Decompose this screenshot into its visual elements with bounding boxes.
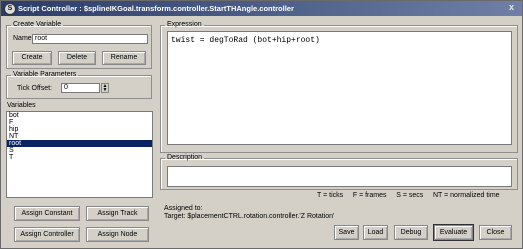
debug-button[interactable]: Debug	[394, 225, 428, 240]
list-item[interactable]: S	[7, 147, 152, 154]
close-button[interactable]: Close	[479, 225, 512, 240]
tick-offset-label: Tick Offset:	[17, 85, 53, 92]
list-item-selected[interactable]: root	[7, 140, 152, 147]
app-icon: S	[4, 3, 16, 15]
script-controller-window: S Script Controller : $splineIKGoal.tran…	[0, 0, 523, 249]
name-label: Name:	[13, 35, 34, 42]
expression-legend: Expression	[167, 21, 202, 28]
assign-constant-button[interactable]: Assign Constant	[14, 206, 80, 221]
list-item[interactable]: T	[7, 154, 152, 161]
variables-list[interactable]: bot F hip NT root S T	[6, 111, 153, 198]
list-item[interactable]: F	[7, 119, 152, 126]
evaluate-button[interactable]: Evaluate	[434, 225, 473, 240]
tick-offset-spinner[interactable]: ▲ ▼	[101, 83, 109, 93]
spinner-down-icon[interactable]: ▼	[102, 88, 108, 93]
assigned-target: Target: $placementCTRL.rotation.controll…	[164, 213, 335, 220]
list-item[interactable]: bot	[7, 112, 152, 119]
create-button[interactable]: Create	[12, 51, 52, 65]
delete-button[interactable]: Delete	[58, 51, 96, 65]
variable-parameters-legend: Variable Parameters	[13, 71, 77, 78]
assigned-to-label: Assigned to:	[164, 205, 203, 212]
assign-node-button[interactable]: Assign Node	[86, 227, 149, 242]
tick-offset-input[interactable]: 0	[61, 83, 100, 93]
description-legend: Description	[167, 154, 203, 161]
variable-name-input[interactable]: root	[32, 34, 148, 44]
title-bar[interactable]: S Script Controller : $splineIKGoal.tran…	[1, 1, 522, 16]
list-item[interactable]: NT	[7, 133, 152, 140]
description-editor[interactable]	[167, 166, 512, 187]
variables-label: Variables	[7, 102, 36, 109]
list-item[interactable]: hip	[7, 126, 152, 133]
close-icon[interactable]: x	[506, 2, 517, 13]
rename-button[interactable]: Rename	[102, 51, 146, 65]
assign-track-button[interactable]: Assign Track	[86, 206, 149, 221]
time-units-legend: T = ticks F = frames S = secs NT = norma…	[317, 192, 500, 199]
assign-controller-button[interactable]: Assign Controller	[14, 227, 80, 242]
load-button[interactable]: Load	[363, 225, 388, 240]
expression-editor[interactable]: twist = degToRad (bot+hip+root)	[167, 31, 512, 145]
window-title: Script Controller : $splineIKGoal.transf…	[18, 4, 294, 13]
save-button[interactable]: Save	[334, 225, 359, 240]
create-variable-legend: Create Variable	[13, 21, 62, 28]
